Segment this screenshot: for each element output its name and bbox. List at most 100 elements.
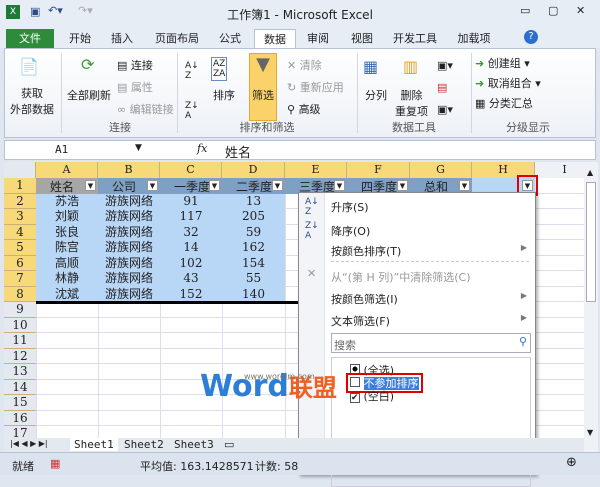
- refresh-all-button[interactable]: 全部刷新: [67, 87, 111, 103]
- consolidate-icon[interactable]: ▤: [437, 81, 447, 94]
- menu-text-filters[interactable]: 文本筛选(F) ▶: [331, 313, 535, 329]
- column-header-H[interactable]: H: [472, 162, 535, 178]
- row-header-14[interactable]: 14: [4, 379, 36, 395]
- tab-insert[interactable]: 插入: [104, 29, 140, 48]
- text-to-columns-button[interactable]: 分列: [365, 87, 387, 103]
- what-if-icon[interactable]: ▣▾: [437, 103, 453, 116]
- table-cell[interactable]: 刘颖: [36, 209, 98, 225]
- filter-dropdown-button[interactable]: ▼: [209, 180, 220, 191]
- menu-clear-filter[interactable]: 从“(第 H 列)”中清除筛选(C): [331, 269, 471, 285]
- table-cell[interactable]: 游族网络: [98, 209, 160, 225]
- row-header-15[interactable]: 15: [4, 395, 36, 411]
- tab-developer[interactable]: 开发工具: [388, 29, 442, 48]
- filter-dropdown-button[interactable]: ▼: [517, 175, 538, 196]
- sort-button[interactable]: 排序: [213, 87, 235, 103]
- macro-record-icon[interactable]: ▦: [50, 457, 60, 470]
- row-header-2[interactable]: 2: [4, 193, 36, 209]
- table-cell[interactable]: 张良: [36, 225, 98, 241]
- data-validation-icon[interactable]: ▣▾: [437, 59, 453, 72]
- filter-button[interactable]: ▼ 筛选: [249, 53, 277, 121]
- row-header-12[interactable]: 12: [4, 348, 36, 364]
- table-cell[interactable]: 13: [222, 194, 285, 210]
- sheet-tab-3[interactable]: Sheet3: [170, 438, 218, 451]
- edit-links-button[interactable]: ∞ 编辑链接: [117, 101, 174, 117]
- sort-desc-icon[interactable]: Z↓ A: [185, 101, 199, 121]
- sheet-nav-icons[interactable]: |◀ ◀ ▶ ▶|: [10, 439, 48, 448]
- insert-sheet-icon[interactable]: ▭: [224, 438, 234, 451]
- reapply-button[interactable]: ↻ 重新应用: [287, 79, 344, 95]
- column-header-F[interactable]: F: [347, 162, 410, 178]
- ungroup-button[interactable]: ➜ 取消组合 ▾: [475, 75, 541, 91]
- table-cell[interactable]: 沈斌: [36, 287, 98, 303]
- row-header-7[interactable]: 7: [4, 271, 36, 287]
- formula-input[interactable]: 姓名: [225, 142, 251, 161]
- vertical-scrollbar[interactable]: ▲ ▼: [584, 162, 598, 452]
- tab-addins[interactable]: 加载项: [452, 29, 496, 48]
- table-cell[interactable]: 林静: [36, 271, 98, 287]
- group-button[interactable]: ➜ 创建组 ▾: [475, 55, 530, 71]
- row-header-8[interactable]: 8: [4, 286, 36, 302]
- table-cell[interactable]: 高顺: [36, 256, 98, 272]
- table-cell[interactable]: 43: [160, 271, 222, 287]
- scrollbar-thumb[interactable]: [586, 182, 596, 302]
- table-cell[interactable]: 游族网络: [98, 287, 160, 303]
- select-all-corner[interactable]: [4, 162, 36, 178]
- filter-dropdown-button[interactable]: ▼: [272, 180, 283, 191]
- advanced-button[interactable]: ⚲ 高级: [287, 101, 321, 117]
- table-cell[interactable]: 205: [222, 209, 285, 225]
- table-cell[interactable]: 32: [160, 225, 222, 241]
- get-external-data-button[interactable]: 获取 外部数据: [7, 85, 57, 117]
- menu-filter-by-color[interactable]: 按颜色筛选(I) ▶: [331, 291, 535, 307]
- column-header-I[interactable]: I: [535, 162, 584, 178]
- table-cell[interactable]: 苏浩: [36, 194, 98, 210]
- table-cell[interactable]: 游族网络: [98, 271, 160, 287]
- maximize-icon[interactable]: ▢: [548, 4, 558, 17]
- row-header-3[interactable]: 3: [4, 209, 36, 225]
- minimize-icon[interactable]: ▭: [520, 4, 530, 17]
- row-header-10[interactable]: 10: [4, 317, 36, 333]
- search-input[interactable]: 搜索 ⚲: [331, 333, 531, 353]
- close-icon[interactable]: ✕: [576, 4, 585, 17]
- row-header-1[interactable]: 1: [4, 178, 36, 194]
- name-box[interactable]: A1: [55, 143, 68, 156]
- table-cell[interactable]: 游族网络: [98, 256, 160, 272]
- row-header-13[interactable]: 13: [4, 364, 36, 380]
- clear-button[interactable]: ✕ 清除: [287, 57, 322, 73]
- menu-sort-descending[interactable]: 降序(O): [331, 223, 370, 239]
- scroll-down-icon[interactable]: ▼: [587, 428, 593, 437]
- table-cell[interactable]: 14: [160, 240, 222, 256]
- row-header-4[interactable]: 4: [4, 224, 36, 240]
- column-header-E[interactable]: E: [285, 162, 347, 178]
- table-cell[interactable]: 154: [222, 256, 285, 272]
- fx-icon[interactable]: fx: [197, 142, 207, 155]
- remove-duplicates-button[interactable]: 删除 重复项: [395, 87, 428, 119]
- table-cell[interactable]: 陈宫: [36, 240, 98, 256]
- row-header-6[interactable]: 6: [4, 255, 36, 271]
- filter-dropdown-button[interactable]: ▼: [147, 180, 158, 191]
- tab-data[interactable]: 数据: [254, 29, 296, 48]
- row-header-16[interactable]: 16: [4, 410, 36, 426]
- table-cell[interactable]: 102: [160, 256, 222, 272]
- column-header-B[interactable]: B: [98, 162, 160, 178]
- column-header-G[interactable]: G: [410, 162, 472, 178]
- row-header-9[interactable]: 9: [4, 302, 36, 318]
- table-cell[interactable]: 游族网络: [98, 240, 160, 256]
- table-cell[interactable]: 55: [222, 271, 285, 287]
- table-cell[interactable]: 152: [160, 287, 222, 303]
- table-cell[interactable]: 59: [222, 225, 285, 241]
- tab-review[interactable]: 审阅: [300, 29, 336, 48]
- tab-page-layout[interactable]: 页面布局: [150, 29, 204, 48]
- properties-button[interactable]: ▤ 属性: [117, 79, 153, 95]
- help-icon[interactable]: ?: [524, 30, 538, 44]
- table-cell[interactable]: 162: [222, 240, 285, 256]
- name-box-dropdown-icon[interactable]: ▼: [135, 143, 142, 153]
- scroll-up-icon[interactable]: ▲: [587, 168, 593, 177]
- subtotal-button[interactable]: ▦ 分类汇总: [475, 95, 533, 111]
- tab-formulas[interactable]: 公式: [212, 29, 248, 48]
- sort-asc-icon[interactable]: A↓ Z: [185, 61, 199, 81]
- table-cell[interactable]: 游族网络: [98, 225, 160, 241]
- tab-view[interactable]: 视图: [344, 29, 380, 48]
- table-cell[interactable]: 游族网络: [98, 194, 160, 210]
- zoom-in-icon[interactable]: ⊕: [566, 455, 577, 470]
- filter-dropdown-button[interactable]: ▼: [459, 180, 470, 191]
